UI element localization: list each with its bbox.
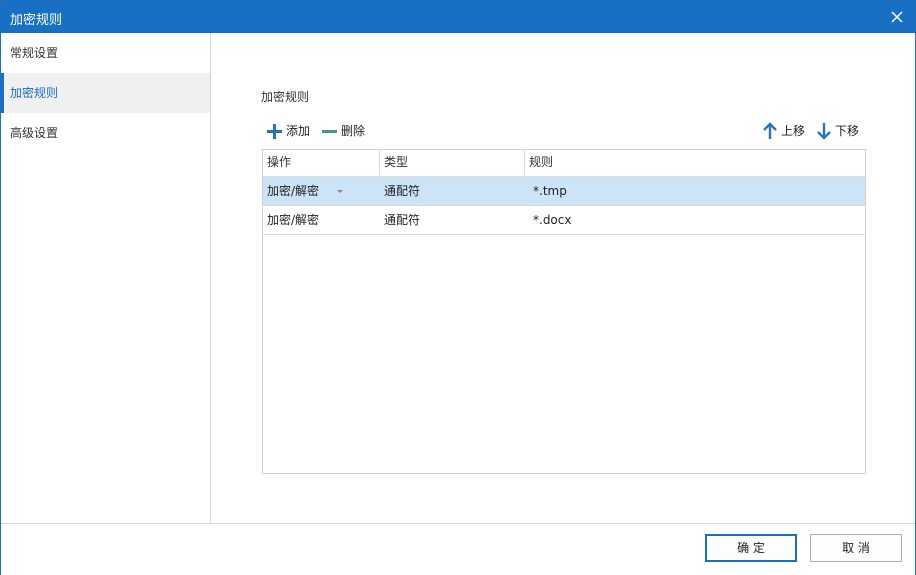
section-title: 加密规则 — [261, 90, 310, 104]
table-row[interactable]: 加密/解密 通配符 *.tmp — [263, 177, 865, 206]
delete-button[interactable]: 删除 — [321, 122, 365, 140]
close-button[interactable] — [885, 5, 909, 29]
main-content: 加密规则 添加 删除 上移 下移 操作 类型 规则 加密/解密 通配符 *.tm… — [211, 33, 915, 523]
column-header-operation[interactable]: 操作 — [263, 150, 380, 176]
move-down-button[interactable]: 下移 — [816, 122, 859, 140]
column-header-rule[interactable]: 规则 — [525, 150, 865, 176]
ok-button[interactable]: 确 定 — [705, 534, 797, 562]
move-down-label: 下移 — [835, 124, 860, 138]
type-cell: 通配符 — [384, 213, 421, 227]
title-bar: 加密规则 — [1, 1, 915, 33]
operation-dropdown[interactable]: 加密/解密 — [263, 177, 380, 205]
sidebar-item-label: 加密规则 — [10, 86, 59, 100]
arrow-up-icon — [763, 122, 777, 139]
rules-table: 操作 类型 规则 加密/解密 通配符 *.tmp 加密/解密 通配符 *.doc… — [262, 149, 866, 474]
dialog-window: 加密规则 常规设置 加密规则 高级设置 加密规则 添加 删除 上移 下移 操作 … — [0, 0, 916, 575]
sidebar-item-advanced[interactable]: 高级设置 — [1, 113, 210, 153]
minus-icon — [322, 129, 337, 133]
window-title: 加密规则 — [10, 13, 63, 28]
add-button[interactable]: 添加 — [266, 122, 310, 140]
sidebar-item-encryption-rules[interactable]: 加密规则 — [1, 73, 210, 113]
dialog-footer: 确 定 取 消 — [1, 523, 915, 575]
move-up-label: 上移 — [781, 124, 806, 138]
rule-cell: *.docx — [533, 213, 572, 227]
arrow-down-icon — [817, 123, 831, 140]
move-up-button[interactable]: 上移 — [762, 122, 805, 140]
sidebar-item-label: 高级设置 — [10, 126, 59, 140]
cancel-button[interactable]: 取 消 — [810, 534, 902, 562]
operation-value: 加密/解密 — [267, 184, 320, 198]
sidebar-item-general[interactable]: 常规设置 — [1, 33, 210, 73]
table-header: 操作 类型 规则 — [263, 150, 865, 177]
close-icon — [891, 11, 903, 23]
add-button-label: 添加 — [286, 124, 311, 138]
sidebar: 常规设置 加密规则 高级设置 — [1, 33, 211, 523]
delete-button-label: 删除 — [341, 124, 366, 138]
type-cell: 通配符 — [384, 184, 421, 198]
rule-cell: *.tmp — [533, 184, 567, 198]
plus-icon — [267, 123, 282, 139]
chevron-down-icon[interactable] — [337, 190, 344, 193]
column-header-type[interactable]: 类型 — [380, 150, 525, 176]
operation-cell: 加密/解密 — [267, 213, 320, 227]
sidebar-item-label: 常规设置 — [10, 46, 59, 60]
table-row[interactable]: 加密/解密 通配符 *.docx — [263, 206, 865, 235]
